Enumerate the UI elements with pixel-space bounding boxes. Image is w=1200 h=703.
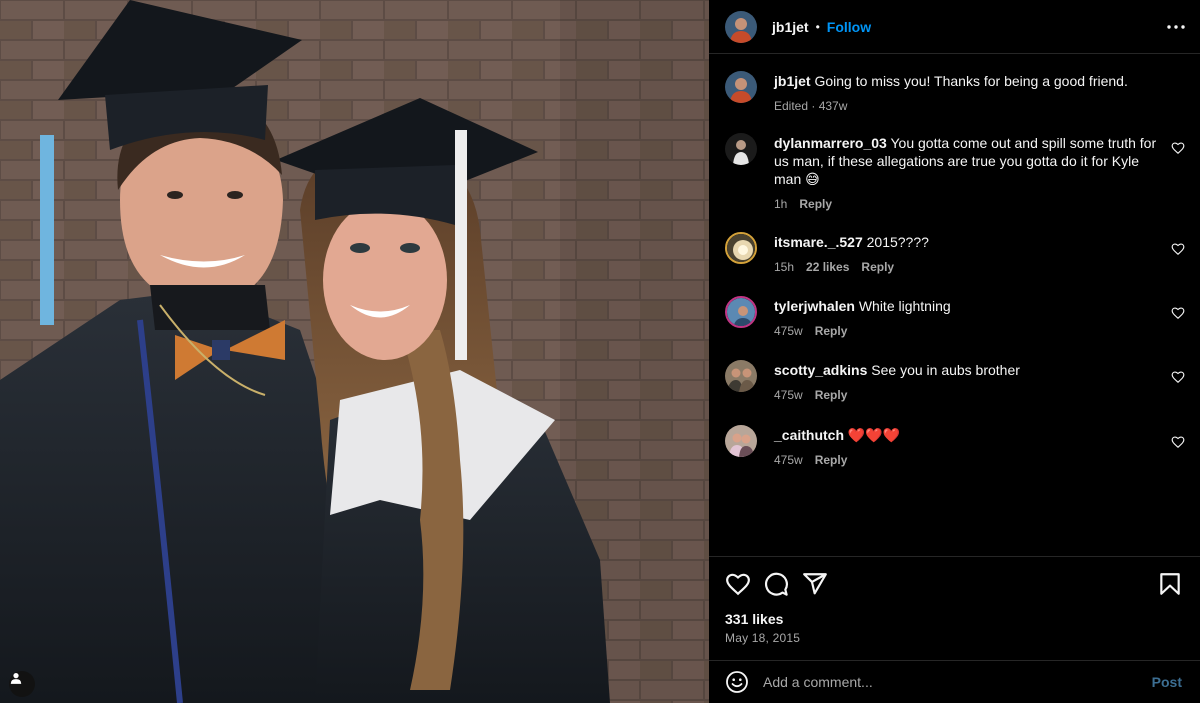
follow-button[interactable]: Follow (827, 19, 871, 35)
comment-text: White lightning (858, 298, 951, 314)
comment-input[interactable] (763, 674, 1123, 690)
caption-text: Going to miss you! Thanks for being a go… (814, 73, 1128, 89)
comment-time: 475w (774, 453, 803, 467)
comment-bubble-icon[interactable] (763, 571, 789, 597)
post-panel: jb1jet • Follow jb1jet Going to miss you… (709, 0, 1200, 703)
comment-likes[interactable]: 22 likes (806, 258, 849, 276)
heart-icon[interactable] (1171, 141, 1185, 155)
caption-username[interactable]: jb1jet (774, 73, 811, 89)
bookmark-icon[interactable] (1157, 571, 1183, 597)
avatar[interactable] (725, 10, 757, 43)
avatar[interactable] (725, 296, 757, 328)
avatar[interactable] (725, 232, 757, 264)
tagged-users-button[interactable] (9, 671, 35, 697)
caption-meta: Edited · 437w (774, 99, 848, 113)
comments-list[interactable]: jb1jet Going to miss you! Thanks for bei… (709, 55, 1200, 556)
likes-count[interactable]: 331 likes (725, 611, 783, 627)
post-photo[interactable] (0, 0, 709, 703)
post-header: jb1jet • Follow (709, 0, 1200, 54)
reply-button[interactable]: Reply (815, 322, 848, 340)
avatar-image (727, 234, 755, 262)
heart-icon[interactable] (1171, 306, 1185, 320)
more-options-button[interactable] (1166, 17, 1186, 37)
comment-username[interactable]: itsmare._.527 (774, 234, 863, 250)
comment-time: 1h (774, 197, 788, 211)
avatar[interactable] (725, 425, 757, 457)
emoji-icon[interactable] (725, 670, 749, 694)
avatar-image (725, 425, 757, 457)
heart-icon[interactable] (1171, 435, 1185, 449)
avatar-image (725, 10, 757, 43)
comment-username[interactable]: tylerjwhalen (774, 298, 855, 314)
post-comment-button[interactable]: Post (1152, 674, 1182, 690)
avatar[interactable] (725, 133, 757, 165)
reply-button[interactable]: Reply (815, 451, 848, 469)
comment-username[interactable]: _caithutch (774, 427, 844, 443)
comment-time: 475w (774, 388, 803, 402)
comment-text: ❤️❤️❤️ (847, 427, 901, 443)
user-icon (10, 673, 22, 684)
reply-button[interactable]: Reply (861, 258, 894, 276)
avatar-image (725, 133, 757, 165)
more-horizontal-icon (1167, 25, 1185, 29)
comment-text: See you in aubs brother (871, 362, 1020, 378)
comment-username[interactable]: scotty_adkins (774, 362, 867, 378)
avatar[interactable] (725, 71, 757, 103)
comment-time: 475w (774, 324, 803, 338)
post-author-username[interactable]: jb1jet (772, 19, 809, 35)
post-date: May 18, 2015 (725, 631, 801, 645)
avatar-image (727, 298, 755, 326)
comment-text: 2015???? (866, 234, 929, 250)
add-comment-bar: Post (709, 660, 1200, 703)
avatar[interactable] (725, 360, 757, 392)
post-actions: 331 likes May 18, 2015 (709, 556, 1200, 660)
heart-icon[interactable] (1171, 370, 1185, 384)
like-heart-icon[interactable] (725, 571, 751, 597)
post-image (0, 0, 709, 703)
comment-time: 15h (774, 260, 795, 274)
avatar-image (725, 71, 757, 103)
comment-username[interactable]: dylanmarrero_03 (774, 135, 887, 151)
reply-button[interactable]: Reply (815, 386, 848, 404)
avatar-image (725, 360, 757, 392)
share-send-icon[interactable] (802, 571, 828, 597)
heart-icon[interactable] (1171, 242, 1185, 256)
separator-dot: • (815, 19, 820, 34)
reply-button[interactable]: Reply (799, 195, 832, 213)
